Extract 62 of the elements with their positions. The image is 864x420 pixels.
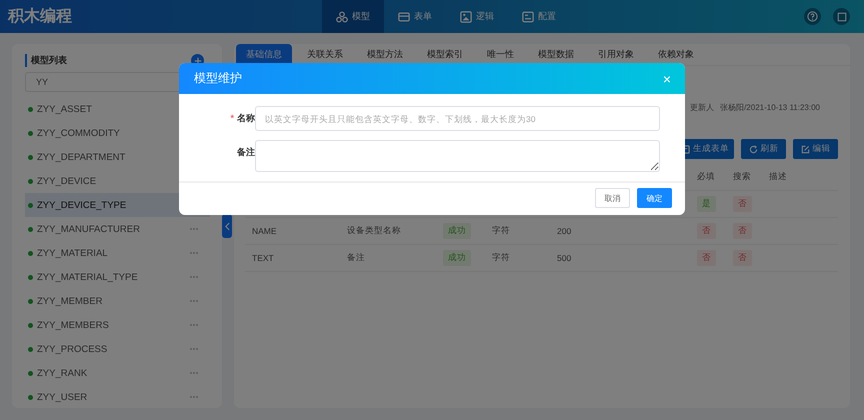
tab[interactable]: 模型方法: [358, 44, 412, 65]
model-list-item[interactable]: ZYY_USER: [25, 385, 210, 408]
flag-tag: 否: [733, 223, 752, 239]
tab[interactable]: 引用对象: [589, 44, 643, 65]
model-list-item[interactable]: ZYY_MANUFACTURER: [25, 217, 210, 241]
field-label: * 名称: [229, 112, 255, 125]
edit-icon: [800, 144, 810, 154]
model-list-item[interactable]: ZYY_MATERIAL: [25, 241, 210, 265]
panel-icon: [522, 10, 534, 22]
collapse-button[interactable]: [222, 214, 232, 238]
table-cell: 字符: [492, 225, 510, 235]
panel-title: 模型列表: [25, 54, 67, 67]
plus-icon: [194, 56, 202, 64]
field-label: 更新人: [690, 103, 714, 113]
field-label: 备注: [236, 146, 255, 159]
image-icon: [460, 10, 472, 22]
close-button[interactable]: ×: [662, 70, 671, 86]
confirm-button[interactable]: 确定: [637, 188, 672, 208]
column-header: 搜索: [733, 171, 752, 183]
table-cell: 设备类型名称: [347, 225, 401, 235]
app-title: 积木编程: [8, 6, 73, 27]
flag-tag: 否: [697, 223, 716, 239]
table-cell: NAME: [252, 226, 277, 236]
nav-tab[interactable]: 配置: [508, 0, 570, 33]
table-cell: TEXT: [252, 253, 274, 263]
tab[interactable]: 模型数据: [529, 44, 583, 65]
help-icon: [807, 11, 818, 22]
status-tag: 成功: [443, 223, 471, 239]
column-header: 描述: [769, 171, 788, 183]
flag-tag: 否: [697, 250, 716, 266]
nav-tab[interactable]: 表单: [384, 0, 446, 33]
model-list-item[interactable]: ZYY_RANK: [25, 361, 210, 385]
chevron-left-icon: [224, 222, 230, 230]
tab[interactable]: 基础信息: [236, 44, 292, 65]
square-icon: [836, 12, 846, 22]
action-button[interactable]: 编辑: [793, 139, 838, 159]
flag-tag: 否: [733, 196, 752, 212]
column-header: 必填: [697, 171, 716, 183]
remark-field[interactable]: [255, 140, 660, 172]
model-list-item[interactable]: ZYY_PROCESS: [25, 337, 210, 361]
table-cell: 200: [557, 226, 572, 236]
flag-tag: 是: [697, 196, 716, 212]
model-list-item[interactable]: ZYY_MEMBERS: [25, 313, 210, 337]
table-cell: 字符: [492, 252, 510, 262]
status-tag: 成功: [443, 250, 471, 266]
flag-tag: 否: [733, 250, 752, 266]
tab[interactable]: 唯一性: [478, 44, 523, 65]
action-button[interactable]: 刷新: [741, 139, 786, 159]
nav-tab[interactable]: 逻辑: [446, 0, 508, 33]
name-field[interactable]: 以英文字母开头且只能包含英文字母、数字、下划线，最大长度为30: [255, 106, 660, 131]
refresh-icon: [748, 144, 758, 154]
model-list-item[interactable]: ZYY_MATERIAL_TYPE: [25, 265, 210, 289]
circles-icon: [336, 10, 348, 22]
tab[interactable]: 依赖对象: [649, 44, 703, 65]
model-list-item[interactable]: ZYY_MEMBER: [25, 289, 210, 313]
table-cell: 500: [557, 253, 572, 263]
cancel-button[interactable]: 取消: [595, 188, 630, 208]
tab[interactable]: 关联关系: [298, 44, 352, 65]
card-icon: [398, 10, 410, 22]
table-cell: 备注: [347, 252, 365, 262]
tab[interactable]: 模型索引: [418, 44, 472, 65]
field-value: 张杨阳/2021-10-13 11:23:00: [720, 103, 820, 113]
